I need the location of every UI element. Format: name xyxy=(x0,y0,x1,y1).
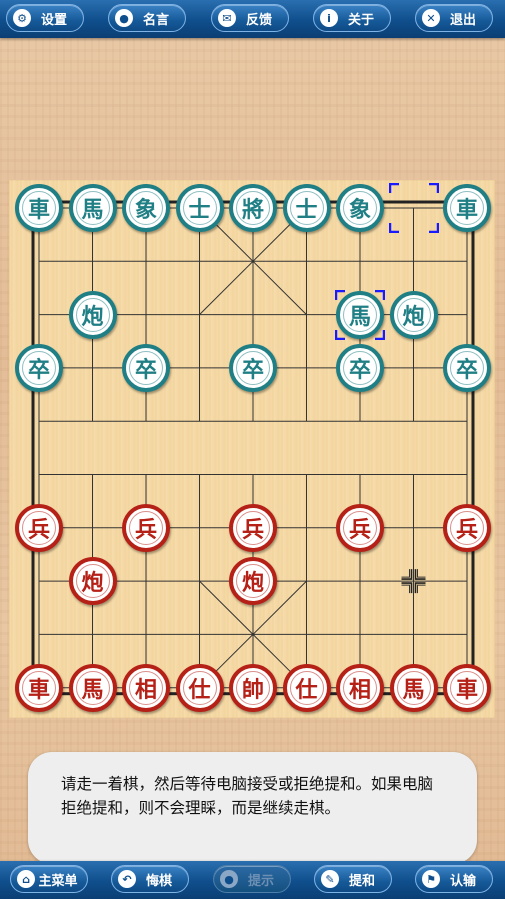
black-piece[interactable]: 卒 xyxy=(443,343,491,392)
exit-button[interactable]: ✕ 退出 xyxy=(415,4,493,32)
red-piece[interactable]: 車 xyxy=(15,663,63,712)
black-piece[interactable]: 象 xyxy=(336,184,384,232)
hint-icon: ● xyxy=(220,870,238,888)
xiangqi-board[interactable]: 車馬象士將士象車炮馬炮卒卒卒卒卒兵兵兵兵兵炮炮車馬相仕帥仕相馬車 xyxy=(9,180,495,718)
red-piece[interactable]: 炮 xyxy=(68,557,117,606)
about-button[interactable]: i 关于 xyxy=(313,4,391,32)
red-piece[interactable]: 相 xyxy=(336,663,384,712)
black-piece[interactable]: 象 xyxy=(122,184,170,232)
bottom-toolbar: ⌂ 主菜单 ↶ 悔棋 ● 提示 ✎ 提和 ⚑ 认输 xyxy=(0,861,505,899)
red-piece[interactable]: 兵 xyxy=(15,503,63,552)
board-grid xyxy=(9,180,495,718)
gear-icon: ⚙ xyxy=(13,9,31,27)
hint-button[interactable]: ● 提示 xyxy=(213,865,291,893)
hint-message-text: 请走一着棋，然后等待电脑接受或拒绝提和。如果电脑拒绝提和，则不会理睬，而是继续走… xyxy=(61,775,434,817)
home-icon: ⌂ xyxy=(17,870,35,888)
main-menu-button[interactable]: ⌂ 主菜单 xyxy=(10,865,88,893)
red-piece[interactable]: 兵 xyxy=(443,503,491,552)
black-piece[interactable]: 將 xyxy=(229,184,277,232)
red-piece[interactable]: 兵 xyxy=(122,503,170,552)
red-piece[interactable]: 兵 xyxy=(336,503,384,552)
red-piece[interactable]: 仕 xyxy=(175,663,224,712)
black-piece[interactable]: 士 xyxy=(175,184,224,232)
info-icon: i xyxy=(320,9,338,27)
black-piece[interactable]: 卒 xyxy=(15,343,63,392)
speech-bubble-icon: ● xyxy=(115,9,133,27)
black-piece[interactable]: 馬 xyxy=(336,290,384,339)
pen-icon: ✎ xyxy=(321,870,339,888)
black-piece[interactable]: 炮 xyxy=(389,290,438,339)
red-piece[interactable]: 馬 xyxy=(68,663,117,712)
undo-button[interactable]: ↶ 悔棋 xyxy=(111,865,189,893)
red-piece[interactable]: 炮 xyxy=(229,557,277,606)
black-piece[interactable]: 卒 xyxy=(229,343,277,392)
black-piece[interactable]: 卒 xyxy=(336,343,384,392)
resign-button[interactable]: ⚑ 认输 xyxy=(415,865,493,893)
black-piece[interactable]: 卒 xyxy=(122,343,170,392)
undo-icon: ↶ xyxy=(118,870,136,888)
black-piece[interactable]: 車 xyxy=(443,184,491,232)
red-piece[interactable]: 仕 xyxy=(282,663,331,712)
red-piece[interactable]: 帥 xyxy=(229,663,277,712)
black-piece[interactable]: 馬 xyxy=(68,184,117,232)
close-icon: ✕ xyxy=(422,9,440,27)
settings-button[interactable]: ⚙ 设置 xyxy=(6,4,84,32)
hint-message-box: 请走一着棋，然后等待电脑接受或拒绝提和。如果电脑拒绝提和，则不会理睬，而是继续走… xyxy=(28,752,477,864)
envelope-icon: ✉ xyxy=(218,9,236,27)
red-piece[interactable]: 馬 xyxy=(389,663,438,712)
black-piece[interactable]: 車 xyxy=(15,184,63,232)
flag-icon: ⚑ xyxy=(422,870,440,888)
black-piece[interactable]: 炮 xyxy=(68,290,117,339)
red-piece[interactable]: 兵 xyxy=(229,503,277,552)
offer-draw-button[interactable]: ✎ 提和 xyxy=(314,865,392,893)
red-piece[interactable]: 相 xyxy=(122,663,170,712)
quotes-button[interactable]: ● 名言 xyxy=(108,4,186,32)
black-piece[interactable]: 士 xyxy=(282,184,331,232)
feedback-button[interactable]: ✉ 反馈 xyxy=(211,4,289,32)
red-piece[interactable]: 車 xyxy=(443,663,491,712)
top-toolbar: ⚙ 设置 ● 名言 ✉ 反馈 i 关于 ✕ 退出 xyxy=(0,0,505,38)
